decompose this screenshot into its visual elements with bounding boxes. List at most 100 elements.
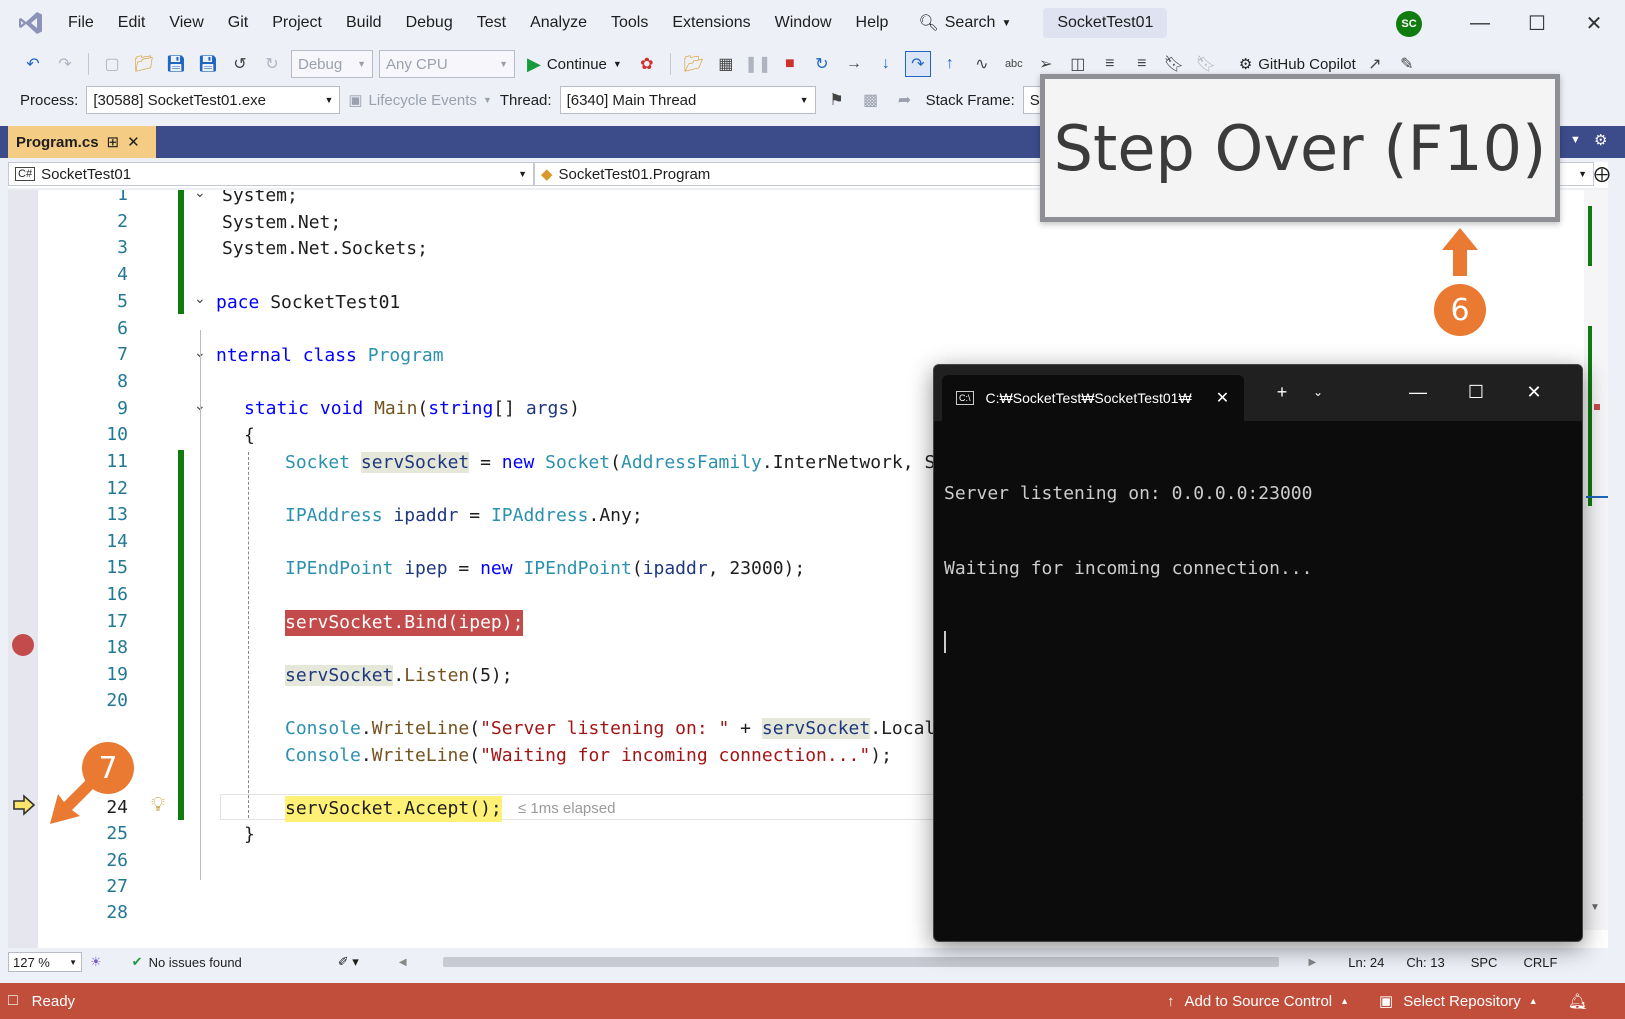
continue-button[interactable]: ▶ Continue ▼ [521,54,628,75]
browse-folder-icon[interactable]: 📂︎ [681,51,707,77]
pin-icon[interactable]: ⊞ [107,133,120,151]
window-layout-icon[interactable]: ▦ [713,51,739,77]
chevron-down-icon[interactable]: ⌄ [1298,377,1338,407]
code-line[interactable]: Console.WriteLine("Waiting for incoming … [285,743,892,769]
thread-dropdown[interactable]: [6340] Main Thread ▼ [559,86,816,114]
lifecycle-events-button[interactable]: ▣ Lifecycle Events ▼ [348,91,492,110]
undo-icon[interactable]: ↺ [227,51,253,77]
avatar[interactable]: SC [1396,11,1422,37]
fold-toggle-icon[interactable]: ⌄ [194,290,206,307]
navigate-forward-icon[interactable]: ↷ [52,51,78,77]
code-line[interactable]: { [244,423,255,449]
scroll-down-icon[interactable]: ▼ [1590,902,1600,913]
menu-git[interactable]: Git [216,0,260,46]
code-line[interactable]: static void Main(string[] args) [244,396,580,422]
code-line[interactable]: Console.WriteLine("Server listening on: … [285,716,946,742]
diagnostic-icon[interactable]: ∿ [969,51,995,77]
code-line[interactable]: } [244,822,255,848]
configuration-dropdown[interactable]: Debug ▼ [291,50,373,78]
pause-icon[interactable]: ❚❚ [744,51,771,77]
spellcheck-icon[interactable]: abc [1001,51,1027,77]
code-line[interactable]: System.Net; [222,210,341,236]
console-tab[interactable]: C:\ C:₩SocketTest₩SocketTest01₩ ✕ [942,375,1244,421]
close-tab-icon[interactable]: ✕ [127,133,140,151]
close-icon[interactable]: ✕ [1514,377,1554,407]
column-indicator[interactable]: Ch: 13 [1406,955,1444,970]
menu-build[interactable]: Build [334,0,394,46]
console-title-bar[interactable]: C:\ C:₩SocketTest₩SocketTest01₩ ✕ + ⌄ — … [934,365,1582,421]
settings-gear-icon[interactable]: ⚙ [1594,131,1607,149]
scroll-right-icon[interactable]: ▶ [1309,957,1317,968]
stop-icon[interactable]: ■ [777,51,803,77]
step-into-icon[interactable]: ↓ [873,51,899,77]
menu-tools[interactable]: Tools [599,0,660,46]
menu-project[interactable]: Project [260,0,334,46]
select-repository-button[interactable]: Select Repository [1403,993,1521,1010]
menu-window[interactable]: Window [763,0,844,46]
maximize-icon[interactable]: ☐ [1517,8,1557,38]
code-line[interactable]: nternal class Program [216,343,444,369]
scroll-left-icon[interactable]: ◀ [399,957,407,968]
search-button[interactable]: 🔍︎ Search ▼ [910,13,1019,33]
split-editor-icon[interactable]: ⨁ [1594,164,1610,184]
fold-toggle-icon[interactable]: ⌄ [194,190,206,201]
show-next-statement-icon[interactable]: → [841,51,867,77]
brush-icon[interactable]: ✐ ▾ [338,954,359,970]
code-line-current[interactable]: servSocket.Accept(); [285,796,502,822]
menu-analyze[interactable]: Analyze [518,0,599,46]
code-line[interactable]: Socket servSocket = new Socket(AddressFa… [285,450,946,476]
code-line-breakpoint[interactable]: servSocket.Bind(ipep); [285,610,524,636]
code-line[interactable]: IPEndPoint ipep = new IPEndPoint(ipaddr,… [285,556,805,582]
platform-dropdown[interactable]: Any CPU ▼ [379,50,515,78]
project-dropdown[interactable]: C# SocketTest01 ▼ [8,162,534,186]
menu-debug[interactable]: Debug [394,0,465,46]
restart-icon[interactable]: ↻ [809,51,835,77]
whitespace-indicator[interactable]: SPC [1471,955,1498,970]
code-cleanup-icon[interactable]: ☀ [90,954,102,970]
code-line[interactable]: pace SocketTest01 [216,290,400,316]
save-all-icon[interactable]: 💾︎ [195,51,221,77]
menu-help[interactable]: Help [844,0,901,46]
console-window[interactable]: C:\ C:₩SocketTest₩SocketTest01₩ ✕ + ⌄ — … [933,364,1583,942]
menu-file[interactable]: File [56,0,106,46]
visual-studio-logo-icon[interactable] [16,8,46,38]
process-dropdown[interactable]: [30588] SocketTest01.exe ▼ [86,86,341,114]
add-source-control-button[interactable]: Add to Source Control [1185,993,1333,1010]
zoom-dropdown[interactable]: 127 % ▼ [8,952,82,972]
close-tab-icon[interactable]: ✕ [1216,388,1229,408]
issues-label[interactable]: No issues found [149,955,242,970]
menu-test[interactable]: Test [465,0,518,46]
redo-icon[interactable]: ↻ [259,51,285,77]
vertical-scrollbar[interactable] [1584,190,1608,930]
open-folder-icon[interactable]: 📁︎ [131,51,157,77]
code-line[interactable]: System.Net.Sockets; [222,236,428,262]
save-icon[interactable]: 💾︎ [163,51,189,77]
new-project-icon[interactable]: ▢ [99,51,125,77]
line-indicator[interactable]: Ln: 24 [1348,955,1384,970]
hot-reload-icon[interactable]: ✿ [634,51,660,77]
stack-filter-icon[interactable]: ➦ [892,87,918,113]
menu-edit[interactable]: Edit [106,0,158,46]
threads-icon[interactable]: ▩ [858,87,884,113]
minimize-icon[interactable]: — [1460,8,1500,38]
glyph-margin[interactable] [8,190,38,948]
line-ending-indicator[interactable]: CRLF [1523,955,1557,970]
tab-overflow-icon[interactable]: ▼ [1570,134,1581,146]
console-output[interactable]: Server listening on: 0.0.0.0:23000 Waiti… [934,421,1582,713]
flag-icon[interactable]: ⚑ [824,87,850,113]
code-line[interactable]: servSocket.Listen(5); [285,663,513,689]
step-out-icon[interactable]: ↑ [937,51,963,77]
new-tab-icon[interactable]: + [1262,377,1302,407]
maximize-icon[interactable]: ☐ [1456,377,1496,407]
tab-program-cs[interactable]: Program.cs ⊞ ✕ [8,126,156,158]
menu-extensions[interactable]: Extensions [660,0,762,46]
breakpoint-icon[interactable] [12,634,34,656]
navigate-back-icon[interactable]: ↶ [20,51,46,77]
code-line[interactable]: System; [222,190,298,209]
github-copilot-button[interactable]: ⚙ GitHub Copilot [1239,55,1356,74]
step-over-icon[interactable]: ↷ [904,51,931,77]
code-line[interactable]: IPAddress ipaddr = IPAddress.Any; [285,503,643,529]
lightbulb-icon[interactable]: 💡︎ [151,794,165,817]
horizontal-scrollbar[interactable] [442,957,1279,967]
minimize-icon[interactable]: — [1398,377,1438,407]
